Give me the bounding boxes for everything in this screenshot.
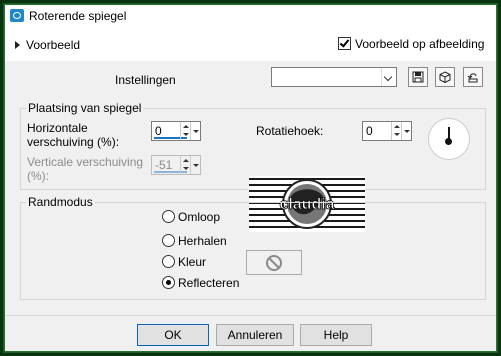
horizontal-offset-spinner[interactable]: 0: [151, 121, 201, 141]
preview-header: Voorbeeld Voorbeeld op afbeelding: [5, 27, 496, 61]
radio-repeat[interactable]: Herhalen: [162, 234, 227, 248]
rotation-angle-spinner[interactable]: 0: [362, 121, 412, 141]
vertical-label-line2: (%):: [27, 169, 49, 183]
radio-label-reflect: Reflecteren: [178, 276, 240, 290]
randomize-button[interactable]: [435, 67, 455, 87]
window-title: Roterende spiegel: [29, 9, 127, 23]
horizontal-label-line1: Horizontale: [27, 121, 88, 135]
radio-button[interactable]: [162, 210, 175, 223]
preset-dropdown[interactable]: [271, 67, 397, 87]
chevron-down-icon: [190, 156, 200, 174]
preview-on-image-label: Voorbeeld op afbeelding: [355, 37, 485, 51]
checkmark-icon: [339, 37, 350, 48]
dialog-window: Roterende spiegel Voorbeeld Voorbeeld op…: [4, 4, 497, 352]
radio-label-wrap: Omloop: [178, 210, 221, 224]
save-preset-button[interactable]: [408, 67, 428, 87]
reset-defaults-button[interactable]: [463, 67, 483, 87]
horizontal-label-line2: verschuiving (%):: [27, 135, 120, 149]
radio-reflect[interactable]: Reflecteren: [162, 276, 239, 290]
preview-label: Voorbeeld: [26, 38, 81, 52]
spin-up-down-icon: [180, 156, 190, 174]
preview-toggle[interactable]: Voorbeeld: [15, 38, 80, 52]
rotation-label: Rotatiehoek:: [256, 124, 324, 138]
radio-button[interactable]: [162, 276, 175, 289]
chevron-down-icon[interactable]: [190, 122, 200, 140]
rotation-angle-value[interactable]: 0: [366, 124, 373, 138]
vertical-offset-spinner: -51: [151, 155, 201, 175]
dial-knob: [445, 138, 452, 145]
chevron-down-icon[interactable]: [401, 122, 411, 140]
cube-icon: [439, 71, 451, 83]
radio-button[interactable]: [162, 255, 175, 268]
app-icon: [10, 9, 24, 22]
radio-label-color: Kleur: [178, 255, 207, 269]
spin-up-down-icon[interactable]: [391, 122, 401, 140]
preview-on-image-checkbox[interactable]: Voorbeeld op afbeelding: [338, 37, 484, 51]
expand-triangle-icon: [15, 41, 20, 49]
color-swatch[interactable]: [246, 250, 302, 275]
vertical-offset-value: -51: [155, 158, 173, 172]
title-bar: Roterende spiegel: [5, 5, 496, 27]
horizontal-offset-value[interactable]: 0: [155, 124, 162, 138]
radio-wrap[interactable]: Omloop: [162, 210, 220, 224]
spin-up-down-icon[interactable]: [180, 122, 190, 140]
radio-selected-dot: [166, 280, 171, 285]
cancel-button[interactable]: Annuleren: [216, 324, 294, 346]
footer-divider: [5, 315, 496, 316]
settings-label: Instellingen: [115, 73, 176, 87]
ok-button[interactable]: OK: [137, 324, 209, 346]
save-icon: [412, 71, 424, 83]
edge-mode-group-label: Randmodus: [26, 195, 95, 209]
checkbox-box[interactable]: [338, 37, 351, 50]
vertical-label-line1: Verticale verschuiving: [27, 155, 144, 169]
radio-label-repeat: Herhalen: [178, 234, 227, 248]
placement-group-label: Plaatsing van spiegel: [26, 101, 144, 115]
help-button[interactable]: Help: [300, 324, 372, 346]
radio-color[interactable]: Kleur: [162, 255, 206, 269]
reset-icon: [467, 73, 478, 83]
radio-button[interactable]: [162, 234, 175, 247]
chevron-down-icon[interactable]: [381, 68, 396, 86]
no-color-icon: [266, 255, 282, 271]
rotation-dial[interactable]: [428, 118, 470, 160]
